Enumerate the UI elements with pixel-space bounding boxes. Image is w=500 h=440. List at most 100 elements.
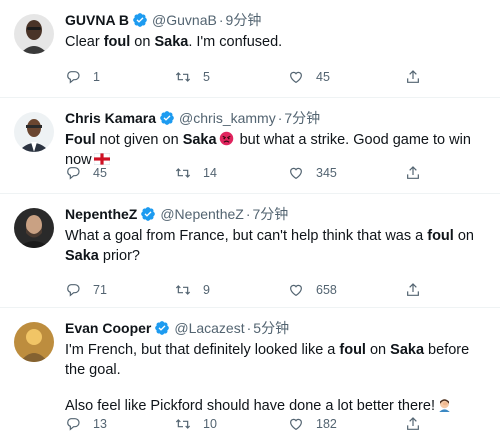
- display-name[interactable]: GUVNA B: [65, 10, 129, 30]
- tweet-paragraph: Also feel like Pickford should have done…: [65, 396, 488, 416]
- handle[interactable]: @GuvnaB: [152, 10, 217, 30]
- text-part: Clear: [65, 34, 104, 50]
- tweet-header: GUVNA B @GuvnaB · 9分钟: [65, 10, 488, 30]
- text-part-bold: Saka: [182, 132, 217, 148]
- handle[interactable]: @chris_kammy: [179, 108, 276, 128]
- like-count: 658: [316, 283, 337, 297]
- like-button[interactable]: 658: [288, 280, 337, 300]
- text-part: on: [130, 34, 155, 50]
- like-icon: [290, 71, 302, 84]
- retweet-count: 9: [203, 283, 210, 297]
- text-part: on: [453, 228, 474, 244]
- tweet[interactable]: NepentheZ @NepentheZ · 7分钟 What a goal f…: [0, 194, 500, 308]
- retweet-icon: [175, 419, 191, 429]
- reply-button[interactable]: 71: [65, 280, 107, 300]
- timestamp[interactable]: 5分钟: [253, 318, 289, 338]
- verified-badge-icon: [160, 111, 174, 125]
- like-count: 182: [316, 417, 337, 431]
- text-part-bold: Saka: [154, 34, 189, 50]
- avatar[interactable]: [14, 112, 54, 152]
- handle[interactable]: @Lacazest: [174, 318, 244, 338]
- like-button[interactable]: 345: [288, 163, 337, 183]
- avatar[interactable]: [14, 322, 54, 362]
- tweet[interactable]: Chris Kamara @chris_kammy · 7分钟 Foul not…: [0, 98, 500, 194]
- share-button[interactable]: [405, 280, 433, 300]
- text-part: I'm French, but that definitely looked l…: [65, 342, 340, 358]
- tweet[interactable]: GUVNA B @GuvnaB · 9分钟 Clear foul on Saka…: [0, 0, 500, 98]
- retweet-count: 14: [203, 166, 217, 180]
- text-part: What a goal from France, but can't help …: [65, 228, 428, 244]
- verified-badge-icon: [155, 321, 170, 335]
- share-icon: [407, 417, 419, 430]
- reply-button[interactable]: 1: [65, 67, 100, 87]
- retweet-icon: [175, 168, 191, 178]
- like-icon: [290, 284, 302, 297]
- timestamp[interactable]: 9分钟: [226, 10, 262, 30]
- tweet-text: I'm French, but that definitely looked l…: [65, 340, 488, 416]
- text-part: Also feel like Pickford should have done…: [65, 398, 435, 414]
- text-part-bold: Saka: [390, 342, 425, 358]
- retweet-button[interactable]: 14: [175, 163, 217, 183]
- display-name[interactable]: NepentheZ: [65, 204, 137, 224]
- text-part-bold: Foul: [65, 132, 96, 148]
- separator: ·: [245, 206, 251, 222]
- text-part: on: [365, 342, 391, 358]
- share-button[interactable]: [405, 67, 433, 87]
- tweet-paragraph: I'm French, but that definitely looked l…: [65, 340, 488, 380]
- verified-badge-icon: [141, 207, 156, 221]
- retweet-count: 5: [203, 70, 210, 84]
- angry-face-emoji: [219, 131, 233, 146]
- display-name[interactable]: Evan Cooper: [65, 318, 151, 338]
- retweet-icon: [175, 72, 191, 82]
- tweet-header: Evan Cooper @Lacazest · 5分钟: [65, 318, 488, 338]
- reply-icon: [67, 167, 80, 180]
- share-icon: [407, 283, 419, 296]
- verified-badge-icon: [133, 13, 147, 27]
- like-count: 345: [316, 166, 337, 180]
- reply-button[interactable]: 45: [65, 163, 107, 183]
- reply-button[interactable]: 13: [65, 414, 107, 434]
- tweet-content: Chris Kamara @chris_kammy · 7分钟 Foul not…: [65, 108, 488, 180]
- text-part: . I'm confused.: [188, 34, 283, 50]
- handle[interactable]: @NepentheZ: [160, 204, 243, 224]
- retweet-button[interactable]: 9: [175, 280, 210, 300]
- display-name[interactable]: Chris Kamara: [65, 108, 156, 128]
- retweet-icon: [175, 285, 191, 295]
- share-button[interactable]: [405, 414, 433, 434]
- reply-count: 1: [93, 70, 100, 84]
- reply-icon: [67, 71, 80, 84]
- reply-icon: [67, 418, 80, 431]
- like-icon: [290, 167, 302, 180]
- tweet-header: NepentheZ @NepentheZ · 7分钟: [65, 204, 488, 224]
- timestamp[interactable]: 7分钟: [284, 108, 320, 128]
- share-button[interactable]: [405, 163, 433, 183]
- retweet-count: 10: [203, 417, 217, 431]
- text-part-bold: foul: [427, 228, 454, 244]
- tweet-header: Chris Kamara @chris_kammy · 7分钟: [65, 108, 488, 128]
- avatar[interactable]: [14, 208, 54, 248]
- text-part: prior?: [98, 248, 140, 264]
- timestamp[interactable]: 7分钟: [253, 204, 289, 224]
- like-button[interactable]: 45: [288, 67, 330, 87]
- tweet-text: What a goal from France, but can't help …: [65, 226, 488, 266]
- timeline: GUVNA B @GuvnaB · 9分钟 Clear foul on Saka…: [0, 0, 500, 440]
- retweet-button[interactable]: 10: [175, 414, 217, 434]
- tweet-content: Evan Cooper @Lacazest · 5分钟 I'm French, …: [65, 318, 488, 431]
- separator: ·: [246, 320, 252, 336]
- text-part-bold: foul: [339, 342, 366, 358]
- tweet-content: NepentheZ @NepentheZ · 7分钟 What a goal f…: [65, 204, 488, 297]
- avatar[interactable]: [14, 14, 54, 54]
- like-button[interactable]: 182: [288, 414, 337, 434]
- reply-count: 71: [93, 283, 107, 297]
- text-part-bold: Saka: [65, 248, 99, 264]
- like-icon: [290, 418, 302, 431]
- tweet-actions: 13 10 182: [65, 414, 488, 434]
- tweet-text: Clear foul on Saka. I'm confused.: [65, 32, 488, 52]
- tweet-actions: 45 14 345: [65, 163, 488, 183]
- tweet[interactable]: Evan Cooper @Lacazest · 5分钟 I'm French, …: [0, 308, 500, 440]
- tweet-actions: 1 5 45: [65, 67, 488, 87]
- tweet-content: GUVNA B @GuvnaB · 9分钟 Clear foul on Saka…: [65, 10, 488, 84]
- retweet-button[interactable]: 5: [175, 67, 210, 87]
- share-icon: [407, 70, 419, 83]
- share-icon: [407, 166, 419, 179]
